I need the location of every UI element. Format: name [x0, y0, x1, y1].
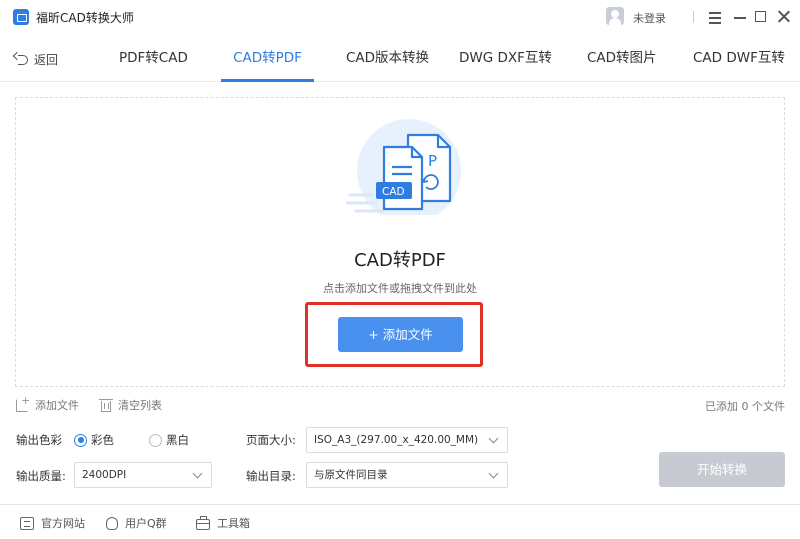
tab-bar: 返回 PDF转CAD CAD转PDF CAD版本转换 DWG DXF互转 CAD… — [0, 34, 800, 82]
output-dir-select[interactable]: 与原文件同目录 — [306, 462, 508, 488]
clear-list-link[interactable]: 清空列表 — [99, 397, 162, 413]
back-arrow-icon — [14, 53, 28, 65]
tab-cad-dwf[interactable]: CAD DWF互转 — [693, 34, 785, 82]
radio-unchecked-icon — [149, 433, 162, 447]
chevron-down-icon — [488, 468, 499, 479]
radio-label: 黑白 — [166, 433, 189, 447]
chevron-down-icon — [488, 433, 499, 444]
tab-cad-to-pdf[interactable]: CAD转PDF — [221, 34, 314, 82]
add-file-icon — [16, 394, 30, 412]
toolbox-link[interactable]: 工具箱 — [196, 515, 250, 531]
trash-icon — [99, 398, 113, 412]
close-icon[interactable] — [775, 8, 793, 26]
user-avatar-icon[interactable] — [606, 7, 624, 25]
qq-icon — [106, 516, 118, 530]
website-icon — [20, 516, 34, 530]
app-logo-icon — [13, 9, 29, 25]
official-site-label: 官方网站 — [41, 517, 85, 530]
color-radio-bw[interactable]: 黑白 — [149, 432, 189, 448]
minimize-icon[interactable] — [731, 8, 749, 26]
highlight-annotation-box — [305, 302, 483, 367]
title-bar: 福昕CAD转换大师 未登录 — [0, 0, 800, 34]
dropzone-hint: 点击添加文件或拖拽文件到此处 — [323, 282, 477, 295]
clear-list-label: 清空列表 — [118, 399, 162, 412]
tab-cad-version[interactable]: CAD版本转换 — [346, 34, 429, 82]
page-size-label: 页面大小: — [246, 433, 296, 447]
qq-group-link[interactable]: 用户Q群 — [106, 515, 167, 531]
add-file-link[interactable]: 添加文件 — [16, 394, 79, 413]
output-dir-value: 与原文件同目录 — [314, 469, 388, 481]
output-color-label: 输出色彩 — [16, 433, 62, 447]
back-button[interactable]: 返回 — [14, 50, 58, 68]
tab-dwg-dxf[interactable]: DWG DXF互转 — [459, 34, 552, 82]
cad-to-pdf-illustration-icon: P CAD — [346, 119, 461, 215]
back-label: 返回 — [34, 52, 59, 67]
output-dir-label: 输出目录: — [246, 469, 296, 483]
dropzone-title: CAD转PDF — [354, 250, 446, 271]
added-file-count: 已添加 0 个文件 — [705, 400, 785, 413]
toolbox-label: 工具箱 — [217, 517, 250, 530]
footer-bar: 官方网站 用户Q群 工具箱 — [0, 504, 800, 539]
quality-value: 2400DPI — [82, 469, 127, 481]
quality-select[interactable]: 2400DPI — [74, 462, 212, 488]
chevron-down-icon — [192, 468, 203, 479]
official-site-link[interactable]: 官方网站 — [20, 515, 85, 531]
qq-group-label: 用户Q群 — [125, 517, 167, 530]
radio-label: 彩色 — [91, 433, 114, 447]
tab-cad-to-image[interactable]: CAD转图片 — [587, 34, 657, 82]
radio-checked-icon — [74, 433, 87, 447]
menu-icon[interactable] — [706, 8, 724, 26]
pdf-letter: P — [428, 152, 437, 170]
page-size-select[interactable]: ISO_A3_(297.00_x_420.00_MM) — [306, 427, 508, 453]
tab-pdf-to-cad[interactable]: PDF转CAD — [119, 34, 188, 82]
color-radio-color[interactable]: 彩色 — [74, 432, 114, 448]
title-divider — [693, 11, 694, 23]
start-convert-button[interactable]: 开始转换 — [659, 452, 785, 487]
quality-label: 输出质量: — [16, 469, 66, 483]
login-status[interactable]: 未登录 — [633, 10, 666, 26]
file-actions-row: 添加文件 清空列表 已添加 0 个文件 — [0, 394, 800, 415]
maximize-icon[interactable] — [752, 8, 770, 26]
toolbox-icon — [196, 515, 210, 530]
add-file-label: 添加文件 — [35, 399, 79, 412]
page-size-value: ISO_A3_(297.00_x_420.00_MM) — [314, 434, 479, 446]
app-title: 福昕CAD转换大师 — [36, 11, 134, 25]
cad-label: CAD — [382, 186, 405, 198]
